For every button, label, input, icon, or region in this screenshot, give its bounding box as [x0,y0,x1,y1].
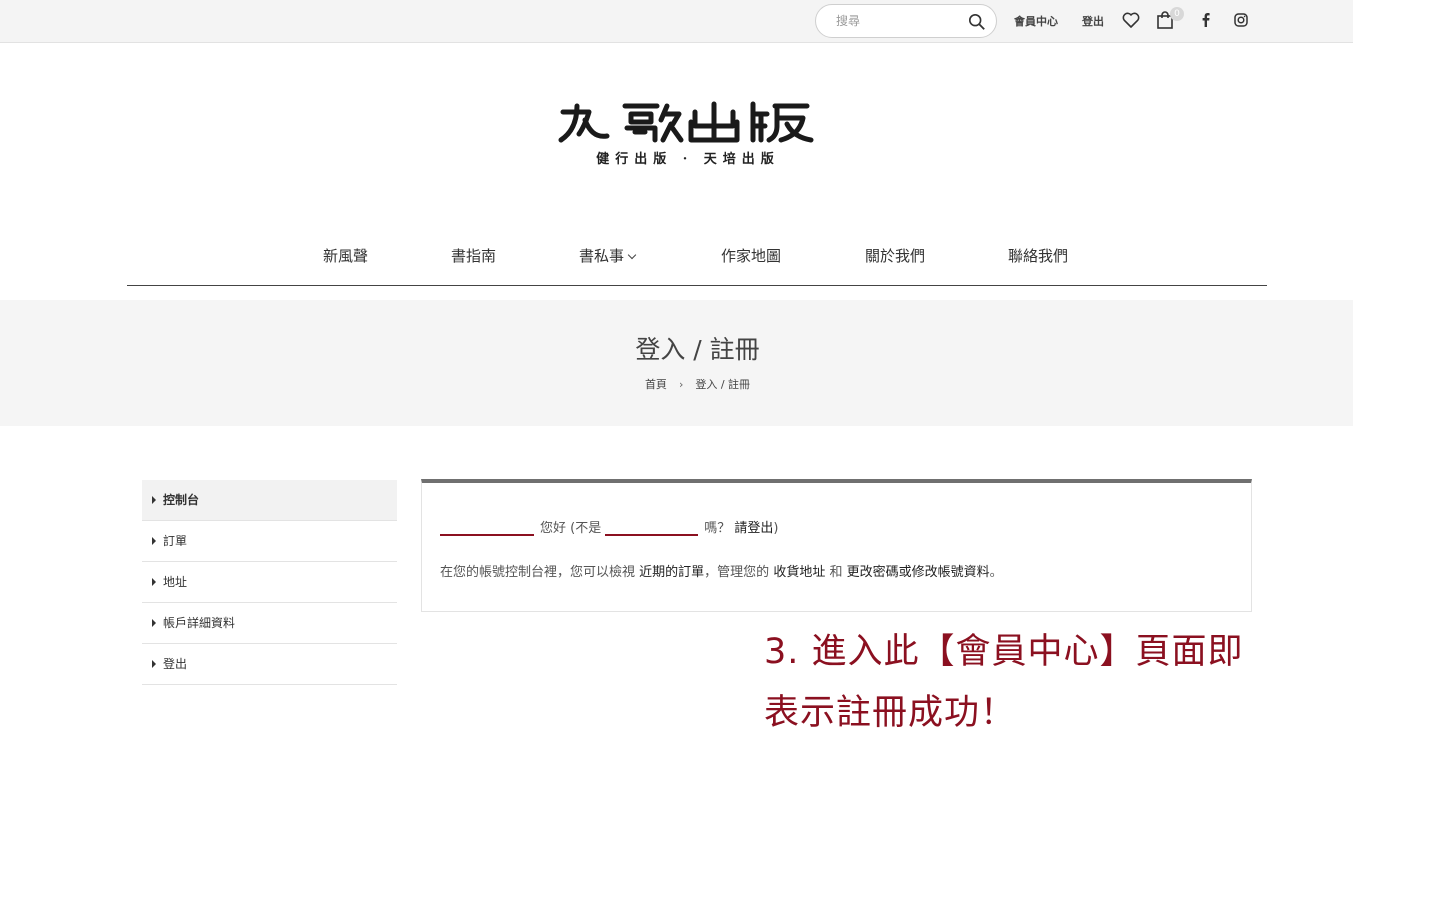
desc-text-4: 。 [989,565,1003,580]
chevron-down-icon [627,250,637,260]
search-input[interactable] [836,12,961,30]
greeting-text: 您好 (不是 [540,521,602,536]
nav-item-author-map[interactable]: 作家地圖 [721,245,781,266]
member-center-link[interactable]: 會員中心 [1014,13,1058,29]
sidebar-item-label: 帳戶詳細資料 [163,616,236,630]
sidebar-item-label: 控制台 [163,493,200,507]
caret-right-icon [152,496,156,504]
page-title: 登入 / 註冊 [635,335,760,364]
greeting-line: 您好 (不是 嗎？ 請登出) [440,517,778,536]
redacted-username [440,534,534,536]
logout-link[interactable]: 登出 [1082,13,1104,29]
caret-right-icon [152,660,156,668]
logo-calligraphy [558,101,814,143]
caret-right-icon [152,619,156,627]
site-logo[interactable]: 健行出版 · 天培出版 [555,98,817,170]
sidebar-item-label: 登出 [163,657,188,671]
instagram-icon[interactable] [1231,10,1251,30]
nav-item-book-guide[interactable]: 書指南 [451,245,496,266]
facebook-icon[interactable] [1196,10,1216,30]
nav-item-book-private[interactable]: 書私事 [579,245,637,266]
sidebar-item-logout[interactable]: 登出 [142,644,397,685]
cart-count-badge: 0 [1170,7,1184,21]
breadcrumb-current: 登入 / 註冊 [695,378,751,391]
nav-item-label: 書私事 [579,247,625,265]
breadcrumb-home[interactable]: 首頁 [645,378,667,391]
search-box[interactable] [815,4,997,38]
main-nav: 新風聲 書指南 書私事 作家地圖 關於我們 聯絡我們 [127,232,1267,286]
sidebar-item-account-details[interactable]: 帳戶詳細資料 [142,603,397,644]
logo-subtitle: 健行出版 · 天培出版 [596,152,780,167]
caret-right-icon [152,537,156,545]
edit-account-link[interactable]: 更改密碼或修改帳號資料 [847,565,990,580]
dashboard-content: 您好 (不是 嗎？ 請登出) 在您的帳號控制台裡，您可以檢視 近期的訂單，管理您的… [421,479,1252,612]
breadcrumb: 首頁 › 登入 / 註冊 [0,376,1395,392]
nav-item-contact-us[interactable]: 聯絡我們 [1008,245,1068,266]
sidebar-item-label: 地址 [163,575,188,589]
close-paren: ) [773,521,779,536]
sidebar-item-orders[interactable]: 訂單 [142,521,397,562]
page-title-banner: 登入 / 註冊 首頁 › 登入 / 註冊 [0,300,1353,426]
instruction-annotation: 3. 進入此【會員中心】頁面即 表示註冊成功！ [764,622,1264,744]
dashboard-description: 在您的帳號控制台裡，您可以檢視 近期的訂單，管理您的 收貨地址 和 更改密碼或修… [440,561,1003,580]
greeting-question: 嗎？ [704,521,731,536]
top-bar: 會員中心 登出 0 [0,0,1353,43]
redacted-username-2 [605,534,699,536]
sidebar-item-dashboard[interactable]: 控制台 [142,480,397,521]
recent-orders-link[interactable]: 近期的訂單 [639,565,704,580]
caret-right-icon [152,578,156,586]
desc-text-2: ，管理您的 [704,565,770,580]
desc-text-3: 和 [829,565,843,580]
annotation-line-2: 表示註冊成功！ [764,693,1017,733]
sidebar-item-label: 訂單 [163,534,188,548]
desc-text-1: 在您的帳號控制台裡，您可以檢視 [440,565,636,580]
account-sidebar: 控制台 訂單 地址 帳戶詳細資料 登出 [142,480,397,685]
search-icon[interactable] [968,13,986,31]
addresses-link[interactable]: 收貨地址 [773,565,825,580]
sidebar-item-addresses[interactable]: 地址 [142,562,397,603]
nav-item-new-voices[interactable]: 新風聲 [323,245,368,266]
annotation-line-1: 3. 進入此【會員中心】頁面即 [764,632,1244,672]
breadcrumb-separator: › [678,378,684,391]
nav-item-about-us[interactable]: 關於我們 [865,245,925,266]
logout-link-inline[interactable]: 請登出 [734,521,773,536]
heart-icon[interactable] [1121,10,1141,30]
